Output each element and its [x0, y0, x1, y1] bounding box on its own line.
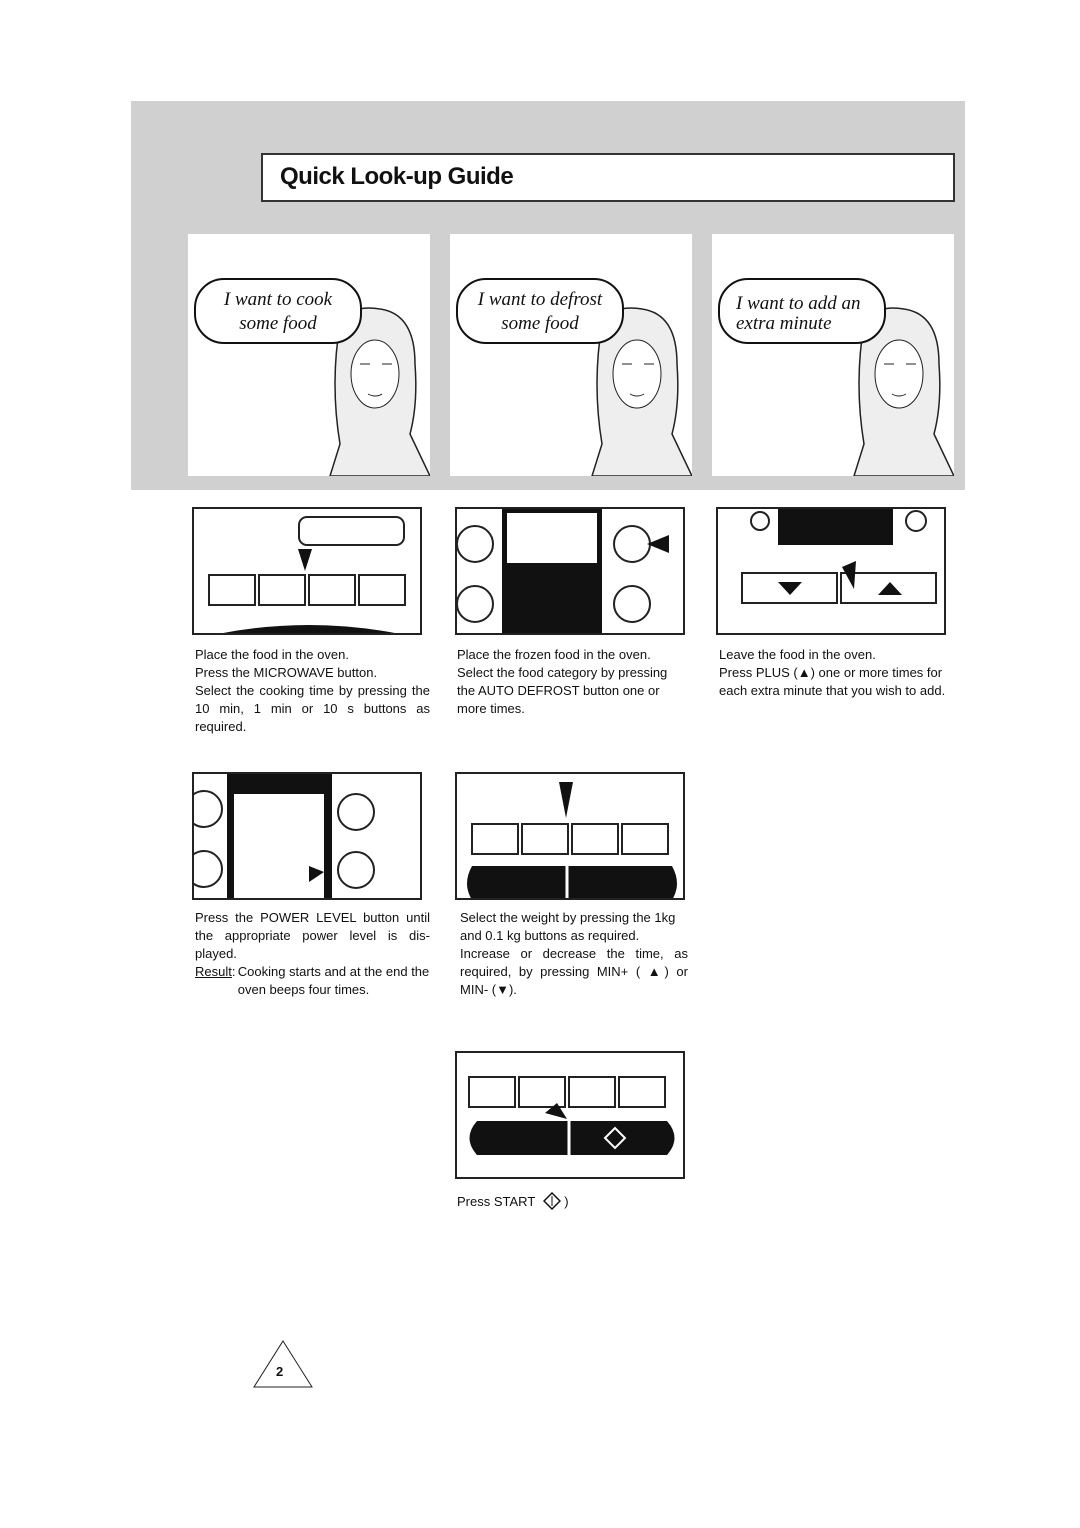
control-panel-drawing [467, 782, 677, 898]
woman-illustration [591, 307, 692, 476]
step-text: Select the food category by pressing the… [457, 665, 668, 716]
control-panel-drawing [208, 516, 406, 633]
step-text: Place the food in the oven. [195, 647, 349, 662]
page-number: 2 [276, 1364, 284, 1379]
step-text: Select the weight by pressing the 1kg an… [460, 910, 676, 943]
cook-steps: Place the food in the oven. Press the MI… [195, 646, 430, 736]
panel-weight [455, 772, 685, 900]
step-text: Increase or decrease the time, as requir… [460, 946, 688, 997]
control-panel-drawing [468, 1076, 675, 1155]
panel-start [455, 1051, 685, 1179]
woman-illustration [853, 307, 954, 476]
speech-bubble: I want to defrost some food [456, 278, 624, 344]
scene-cook: I want to cook some food [188, 234, 430, 476]
result-label: Result [195, 964, 232, 979]
manual-page: Quick Look-up Guide I want to cook some f… [0, 0, 1080, 1528]
step-text: Place the frozen food in the oven. [457, 647, 651, 662]
speech-bubble: I want to add an extra minute [718, 278, 886, 344]
step-text: Press the MICROWAVE button. [195, 665, 378, 680]
extra-steps: Leave the food in the oven. Press PLUS (… [719, 646, 954, 700]
page-title: Quick Look-up Guide [280, 163, 514, 190]
control-panel-drawing [741, 509, 937, 604]
bubble-line: I want to add an [736, 293, 861, 314]
start-step: Press START ) [457, 1191, 569, 1211]
scene-extra-minute: I want to add an extra minute [712, 234, 954, 476]
start-diamond-icon [542, 1191, 561, 1211]
power-steps: Press the POWER LEVEL button until the a… [195, 909, 430, 999]
step-text: Press START [457, 1194, 536, 1209]
panel-auto-defrost [455, 507, 685, 635]
scene-defrost: I want to defrost some food [450, 234, 692, 476]
speech-bubble: I want to cook some food [194, 278, 362, 344]
panel-plus [716, 507, 946, 635]
control-panel-drawing [194, 774, 375, 898]
result-text: Cooking starts and at the end the oven b… [237, 964, 430, 997]
woman-illustration [329, 307, 430, 476]
panel-power-level [192, 772, 422, 900]
step-text: Select the cooking time by pressing the … [195, 683, 430, 734]
step-text: Leave the food in the oven. [719, 647, 876, 662]
bubble-line: I want to cook [223, 289, 333, 310]
title-box: Quick Look-up Guide [261, 153, 955, 202]
bubble-line: some food [501, 313, 579, 334]
step-text: Press the POWER LEVEL button until the a… [195, 910, 430, 961]
bubble-line: I want to defrost [477, 289, 603, 310]
bubble-line: some food [239, 313, 317, 334]
bubble-line: extra minute [736, 313, 832, 334]
panel-microwave [192, 507, 422, 635]
defrost-steps: Place the frozen food in the oven. Selec… [457, 646, 685, 718]
weight-steps: Select the weight by pressing the 1kg an… [460, 909, 688, 999]
step-text: Press PLUS (▲) one or more times for eac… [719, 665, 946, 698]
control-panel-drawing [457, 509, 669, 633]
result-line: Result: Cooking starts and at the end the… [195, 964, 430, 997]
